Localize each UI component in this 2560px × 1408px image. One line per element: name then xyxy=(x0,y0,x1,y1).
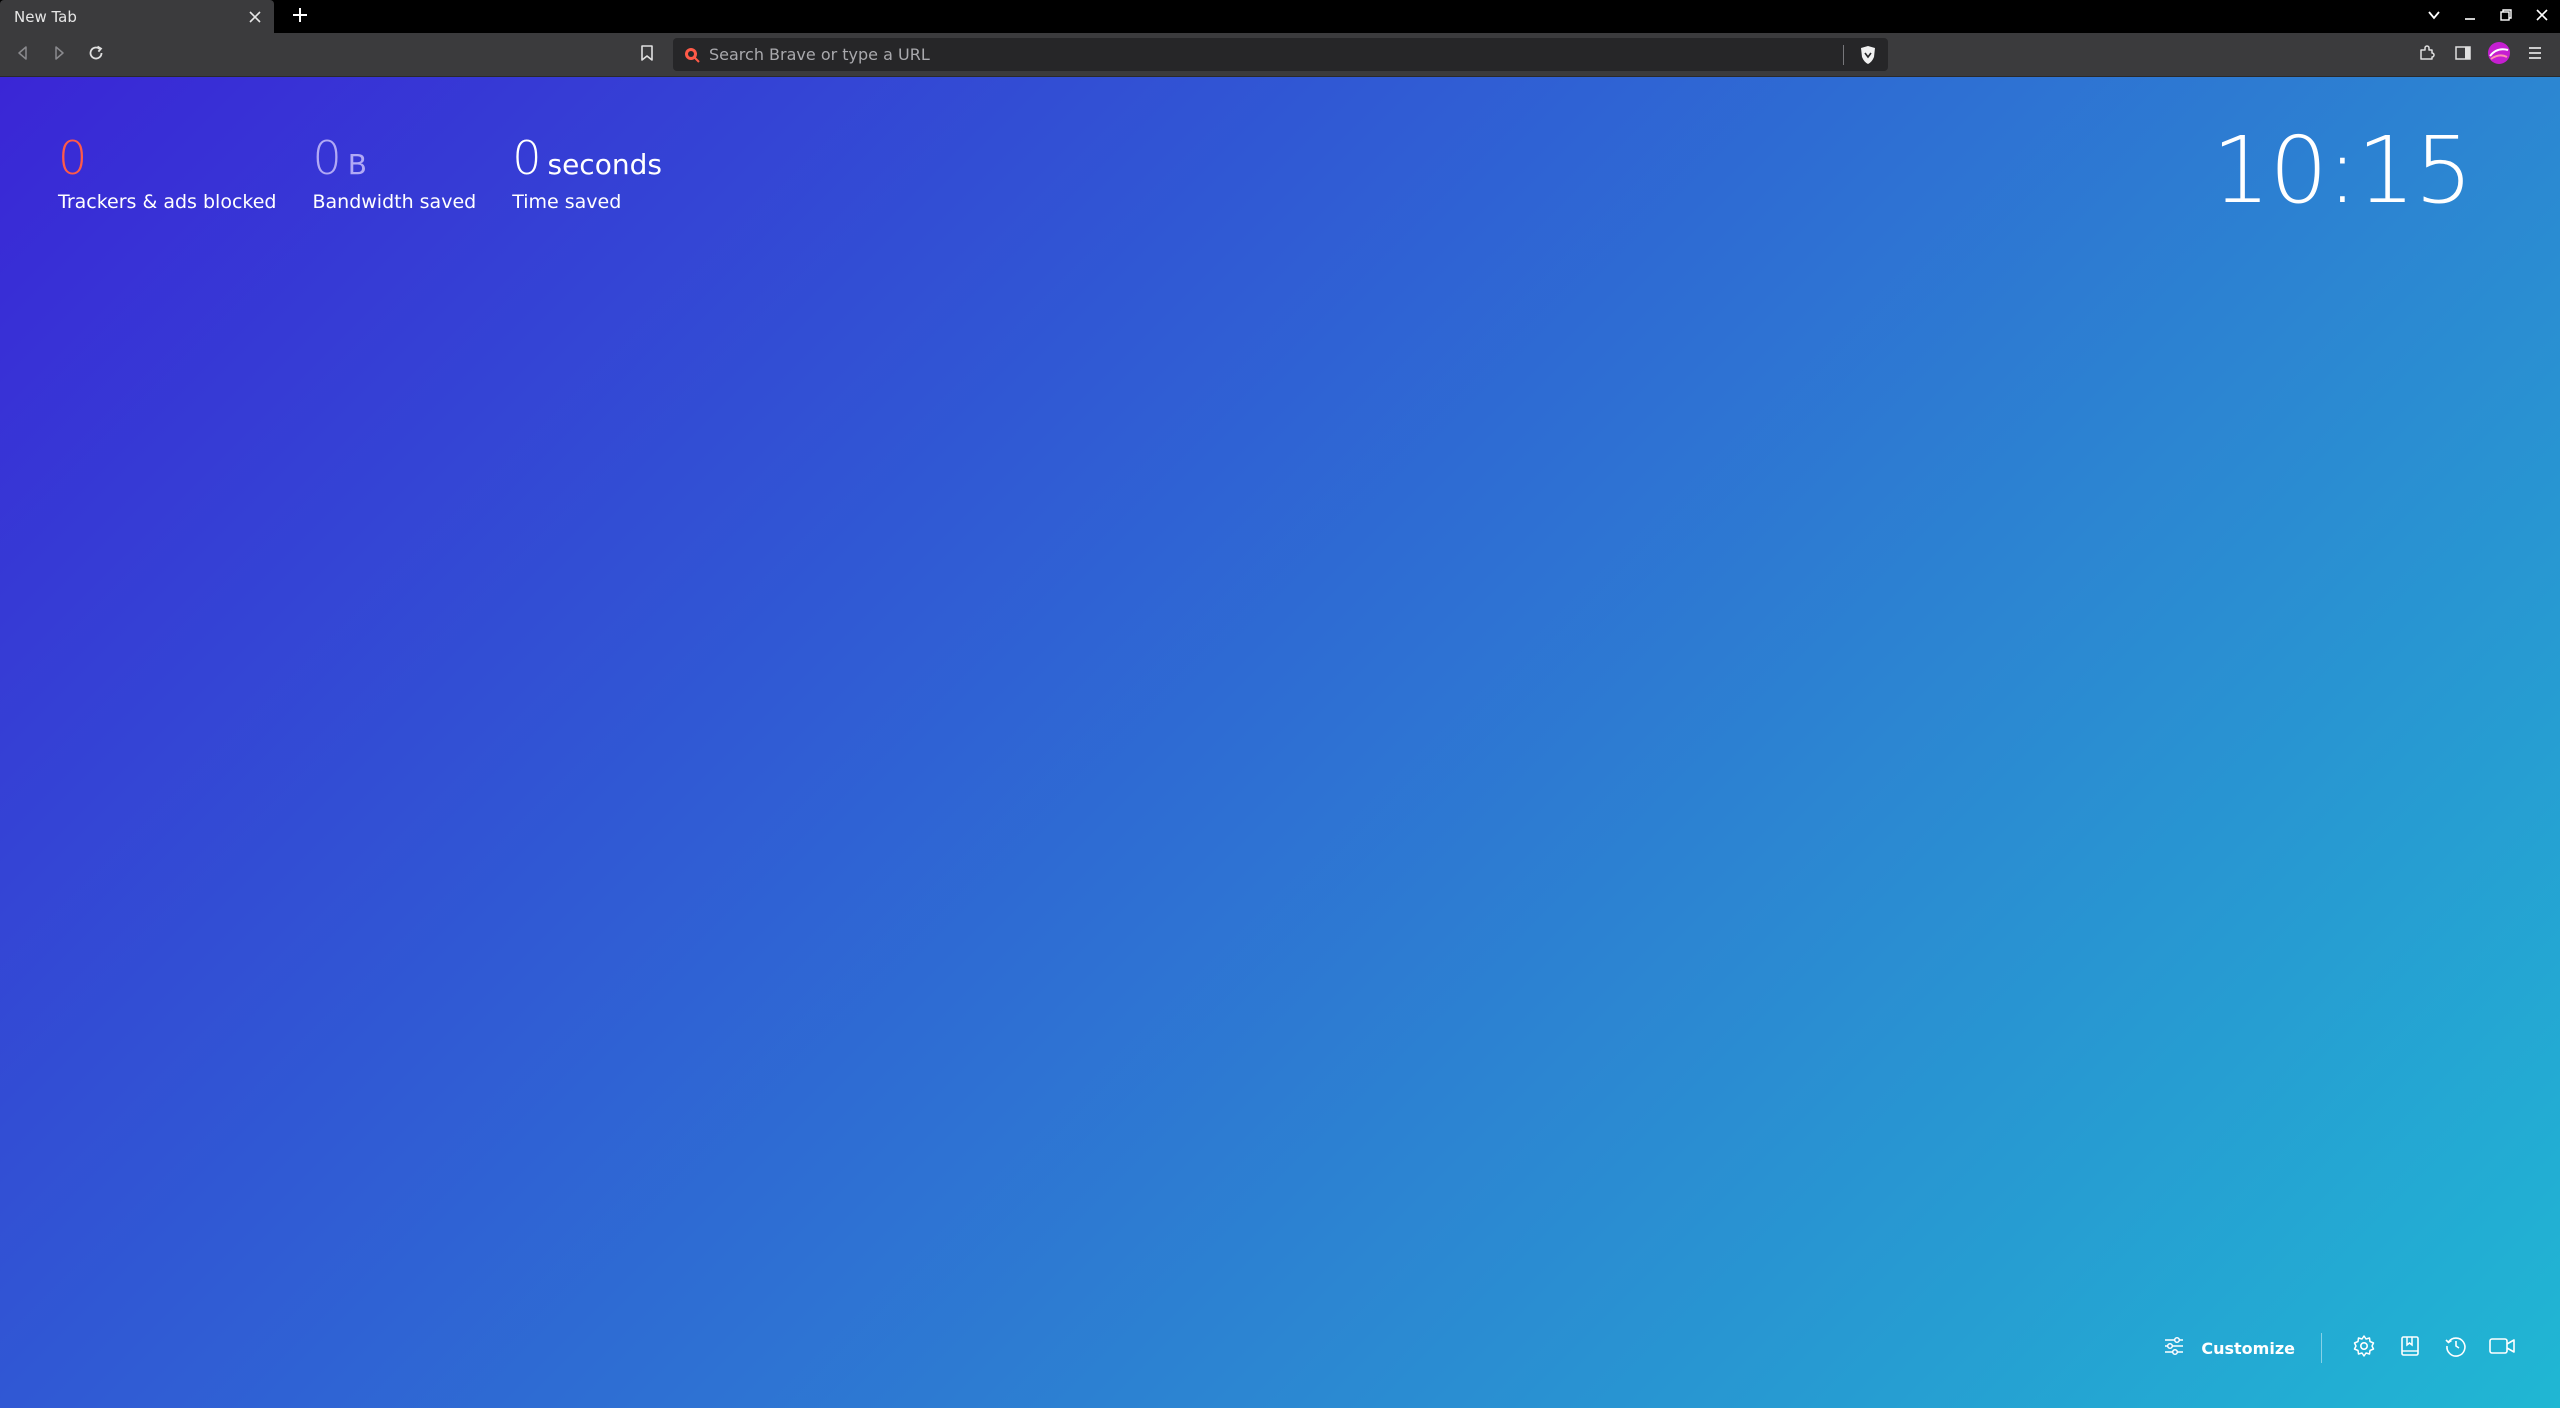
stat-bandwidth-value-row: 0 B xyxy=(312,129,476,187)
settings-button[interactable] xyxy=(2344,1328,2384,1368)
close-icon[interactable] xyxy=(244,6,266,28)
stat-trackers: 0 Trackers & ads blocked xyxy=(58,129,276,213)
browser-window: New Tab Search Brave or type a URL 0 Tra… xyxy=(0,0,2560,1408)
profile-avatar-icon xyxy=(2487,41,2511,69)
time-unit: seconds xyxy=(547,148,662,181)
bandwidth-label: Bandwidth saved xyxy=(312,191,477,213)
ntp-footer: Customize xyxy=(2153,1328,2522,1368)
history-icon xyxy=(2444,1334,2468,1362)
tab-new-tab[interactable]: New Tab xyxy=(0,0,274,33)
plus-icon xyxy=(292,7,308,27)
reload-icon xyxy=(87,44,105,66)
time-label: Time saved xyxy=(512,191,622,213)
bandwidth-unit: B xyxy=(347,148,367,181)
stat-time: 0 seconds Time saved xyxy=(512,129,662,213)
omnibox-divider xyxy=(1843,44,1844,65)
restore-button[interactable] xyxy=(2488,0,2524,33)
brave-talk-button[interactable] xyxy=(2482,1328,2522,1368)
sidebar-icon xyxy=(2454,44,2472,66)
customize-button[interactable]: Customize xyxy=(2153,1328,2305,1368)
camera-icon xyxy=(2488,1335,2516,1361)
tab-search-button[interactable] xyxy=(2416,0,2452,33)
minimize-icon xyxy=(2463,7,2477,26)
bookmark-icon xyxy=(639,44,655,66)
reload-button[interactable] xyxy=(81,40,111,70)
trackers-count: 0 xyxy=(58,131,88,185)
restore-icon xyxy=(2499,7,2513,26)
history-button[interactable] xyxy=(2436,1328,2476,1368)
close-window-button[interactable] xyxy=(2524,0,2560,33)
new-tab-page: 0 Trackers & ads blocked 0 B Bandwidth s… xyxy=(0,77,2560,1408)
sidebar-button[interactable] xyxy=(2448,40,2478,70)
brave-shield-icon[interactable] xyxy=(1854,41,1882,69)
bookmarks-icon xyxy=(2398,1334,2422,1362)
profile-button[interactable] xyxy=(2484,40,2514,70)
privacy-stats: 0 Trackers & ads blocked 0 B Bandwidth s… xyxy=(58,129,698,213)
address-input[interactable] xyxy=(703,38,1843,71)
new-tab-button[interactable] xyxy=(287,4,313,30)
stat-time-value-row: 0 seconds xyxy=(512,129,662,187)
back-icon xyxy=(15,45,31,65)
bookmark-button[interactable] xyxy=(632,40,662,70)
forward-icon xyxy=(51,45,67,65)
main-menu-button[interactable] xyxy=(2520,40,2550,70)
time-count: 0 xyxy=(512,131,542,185)
close-icon xyxy=(2535,7,2549,26)
address-bar xyxy=(673,38,1888,71)
search-icon xyxy=(681,44,703,66)
window-controls xyxy=(2416,0,2560,33)
customize-label: Customize xyxy=(2201,1338,2295,1358)
chevron-down-icon xyxy=(2427,7,2441,26)
tab-title: New Tab xyxy=(14,7,77,26)
bookmarks-button[interactable] xyxy=(2390,1328,2430,1368)
sliders-icon xyxy=(2163,1336,2185,1360)
tab-strip: New Tab xyxy=(0,0,2560,33)
menu-icon xyxy=(2526,44,2544,66)
gear-icon xyxy=(2352,1334,2376,1362)
toolbar xyxy=(0,33,2560,77)
bandwidth-count: 0 xyxy=(312,131,342,185)
clock: 10:15 xyxy=(2211,117,2473,224)
minimize-button[interactable] xyxy=(2452,0,2488,33)
footer-divider xyxy=(2321,1333,2322,1363)
extensions-icon xyxy=(2418,44,2436,66)
stat-bandwidth: 0 B Bandwidth saved xyxy=(312,129,476,213)
trackers-label: Trackers & ads blocked xyxy=(58,191,277,213)
extensions-button[interactable] xyxy=(2412,40,2442,70)
back-button[interactable] xyxy=(8,40,38,70)
stat-trackers-value-row: 0 xyxy=(58,129,276,187)
forward-button[interactable] xyxy=(44,40,74,70)
